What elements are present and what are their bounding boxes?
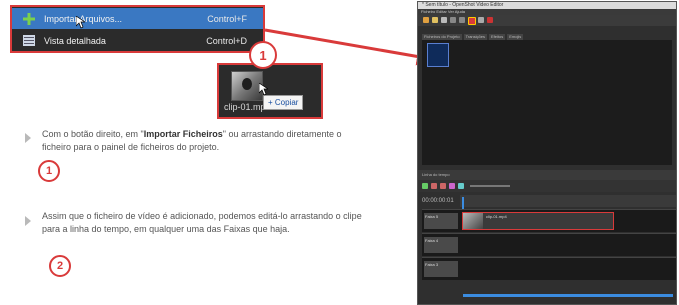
track-row[interactable]: Faixa 5 clip-01.mp4 xyxy=(422,209,676,232)
time-display: 00:00:00:01 xyxy=(422,198,454,204)
instruction-step-1: Com o botão direito, em "Importar Fichei… xyxy=(42,128,372,154)
imported-file-tile[interactable] xyxy=(427,43,449,67)
callout-number-2-small: 2 xyxy=(49,255,71,277)
new-project-icon[interactable] xyxy=(423,17,429,23)
add-track-icon[interactable] xyxy=(422,183,428,189)
track-row[interactable]: Faixa 3 xyxy=(422,257,676,280)
undo-icon[interactable] xyxy=(450,17,456,23)
import-files-icon[interactable] xyxy=(468,17,476,25)
main-toolbar xyxy=(418,15,676,26)
redo-icon[interactable] xyxy=(459,17,465,23)
emphasis: Importar Ficheiros xyxy=(143,129,223,139)
track-label: Faixa 4 xyxy=(424,237,458,253)
clip-name: clip-01.mp4 xyxy=(486,214,507,219)
open-project-icon[interactable] xyxy=(432,17,438,23)
project-files-panel[interactable] xyxy=(422,40,672,165)
track-row[interactable]: Faixa 4 xyxy=(422,233,676,256)
openshot-window: * Sem título - OpenShot Video Editor Fic… xyxy=(417,1,677,305)
callout-number-1: 1 xyxy=(249,41,277,69)
track-label: Faixa 5 xyxy=(424,213,458,229)
center-playhead-icon[interactable] xyxy=(458,183,464,189)
bullet-arrow-icon xyxy=(25,133,31,143)
clip-thumbnail xyxy=(463,213,483,229)
bullet-arrow-icon xyxy=(25,216,31,226)
marker-icon[interactable] xyxy=(449,183,455,189)
arrow-to-files-panel xyxy=(264,28,435,66)
window-title: * Sem título - OpenShot Video Editor xyxy=(418,2,676,9)
snap-icon[interactable] xyxy=(431,183,437,189)
timeline-ruler[interactable] xyxy=(460,195,676,207)
timeline-toolbar xyxy=(418,180,676,192)
export-icon[interactable] xyxy=(487,17,493,23)
timeline-scrollbar[interactable] xyxy=(463,294,673,297)
timeline-clip[interactable]: clip-01.mp4 xyxy=(462,212,614,230)
timeline-header: Linha do tempo xyxy=(418,170,676,180)
save-icon[interactable] xyxy=(441,17,447,23)
track-label: Faixa 3 xyxy=(424,261,458,277)
zoom-slider[interactable] xyxy=(470,185,510,187)
instruction-step-2: Assim que o ficheiro de vídeo é adiciona… xyxy=(42,211,362,234)
profile-icon[interactable] xyxy=(478,17,484,23)
razor-icon[interactable] xyxy=(440,183,446,189)
text: Com o botão direito, em " xyxy=(42,129,144,139)
callout-number-1-small: 1 xyxy=(38,160,60,182)
